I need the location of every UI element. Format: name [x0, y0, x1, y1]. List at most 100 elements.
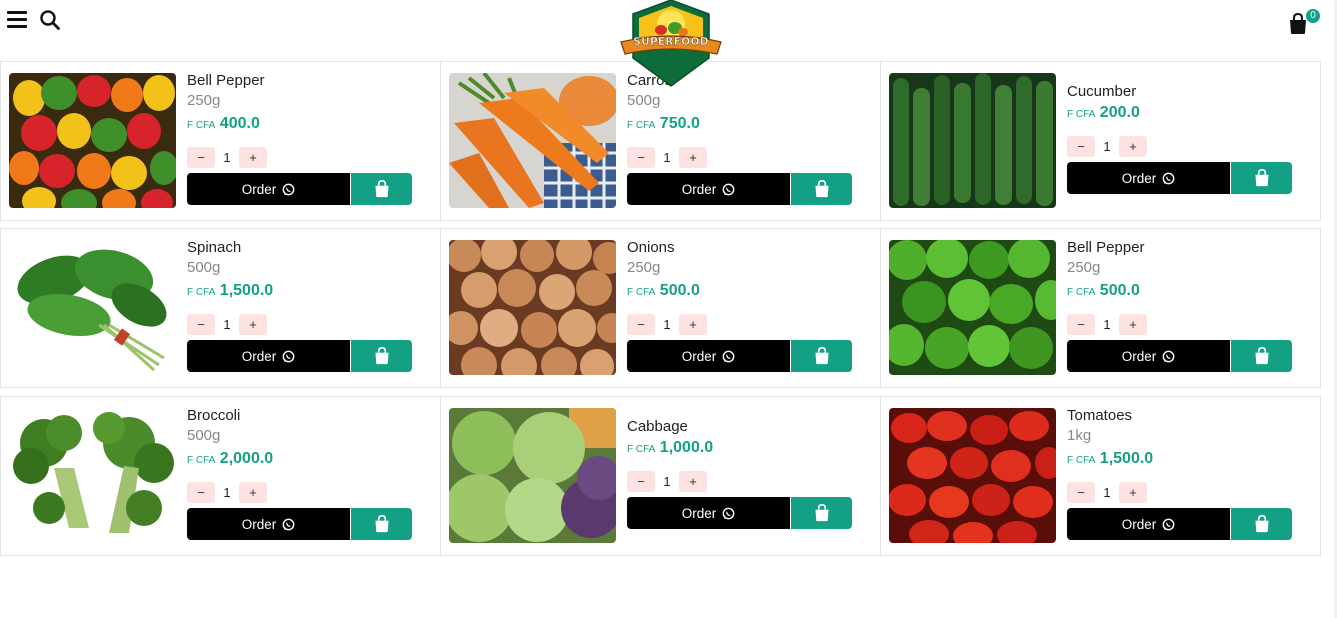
add-to-cart-button[interactable] — [351, 173, 412, 205]
order-label: Order — [1121, 348, 1157, 364]
add-to-cart-button[interactable] — [791, 173, 852, 205]
product-name: Cucumber — [1067, 83, 1137, 100]
order-label: Order — [241, 348, 277, 364]
order-whatsapp-button[interactable]: Order — [187, 340, 350, 372]
qty-plus-button[interactable]: + — [679, 313, 707, 335]
product-name: Spinach — [187, 239, 242, 256]
qty-plus-button[interactable]: + — [1119, 313, 1147, 335]
add-to-cart-button[interactable] — [791, 497, 852, 529]
price-currency: F CFA — [187, 455, 216, 466]
qty-minus-button[interactable]: − — [1067, 135, 1095, 157]
qty-minus-button[interactable]: − — [627, 146, 655, 168]
qty-value: 1 — [223, 316, 231, 332]
shopping-bag-icon — [814, 180, 829, 198]
order-whatsapp-button[interactable]: Order — [627, 340, 790, 372]
quantity-stepper: − 1 + — [627, 311, 857, 337]
add-to-cart-button[interactable] — [351, 340, 412, 372]
product-card: Cabbage F CFA 1,000.0 − 1 + Order — [440, 396, 881, 556]
product-name: Bell Pepper — [187, 72, 265, 89]
qty-plus-button[interactable]: + — [679, 146, 707, 168]
product-weight: 500g — [187, 427, 221, 444]
product-name: Bell Pepper — [1067, 239, 1145, 256]
product-name: Cabbage — [627, 418, 688, 435]
product-price: F CFA 1,000.0 — [627, 438, 857, 468]
shopping-bag-icon — [1254, 347, 1269, 365]
add-to-cart-button[interactable] — [791, 340, 852, 372]
add-to-cart-button[interactable] — [351, 508, 412, 540]
shopping-bag-icon — [814, 504, 829, 522]
product-image-cucumber[interactable] — [889, 73, 1056, 208]
order-whatsapp-button[interactable]: Order — [627, 173, 790, 205]
qty-minus-button[interactable]: − — [1067, 481, 1095, 503]
product-image-cabbage[interactable] — [449, 408, 616, 543]
quantity-stepper: − 1 + — [187, 479, 417, 505]
qty-minus-button[interactable]: − — [187, 313, 215, 335]
whatsapp-icon — [1162, 350, 1175, 362]
price-currency: F CFA — [187, 287, 216, 298]
cart-button[interactable]: 0 — [1288, 9, 1322, 35]
whatsapp-icon — [282, 518, 295, 530]
whatsapp-icon — [282, 183, 295, 195]
qty-plus-button[interactable]: + — [679, 470, 707, 492]
quantity-stepper: − 1 + — [1067, 311, 1297, 337]
qty-plus-button[interactable]: + — [239, 481, 267, 503]
qty-minus-button[interactable]: − — [187, 481, 215, 503]
whatsapp-icon — [282, 350, 295, 362]
product-image-spinach[interactable] — [9, 240, 176, 375]
product-image-bell-pepper-green[interactable] — [889, 240, 1056, 375]
product-image-carrot[interactable] — [449, 73, 616, 208]
qty-plus-button[interactable]: + — [1119, 481, 1147, 503]
qty-plus-button[interactable]: + — [239, 313, 267, 335]
order-whatsapp-button[interactable]: Order — [1067, 508, 1230, 540]
shopping-bag-icon — [1290, 13, 1306, 34]
hamburger-menu-icon[interactable] — [7, 11, 27, 28]
order-whatsapp-button[interactable]: Order — [187, 508, 350, 540]
product-image-bell-pepper-mixed[interactable] — [9, 73, 176, 208]
shopping-bag-icon — [814, 347, 829, 365]
order-whatsapp-button[interactable]: Order — [187, 173, 350, 205]
product-price: F CFA 1,500.0 — [1067, 449, 1297, 479]
price-currency: F CFA — [1067, 109, 1096, 120]
product-name: Onions — [627, 239, 675, 256]
price-amount: 750.0 — [659, 115, 700, 132]
add-to-cart-button[interactable] — [1231, 162, 1292, 194]
quantity-stepper: − 1 + — [1067, 479, 1297, 505]
search-icon[interactable] — [39, 9, 61, 31]
superfood-logo[interactable]: SUPERFOOD — [617, 0, 725, 88]
order-whatsapp-button[interactable]: Order — [1067, 162, 1230, 194]
price-amount: 200.0 — [1099, 104, 1140, 121]
price-amount: 1,000.0 — [659, 439, 714, 456]
product-weight: 250g — [1067, 259, 1101, 276]
quantity-stepper: − 1 + — [627, 144, 857, 170]
qty-minus-button[interactable]: − — [627, 470, 655, 492]
add-to-cart-button[interactable] — [1231, 508, 1292, 540]
qty-plus-button[interactable]: + — [239, 146, 267, 168]
qty-plus-button[interactable]: + — [1119, 135, 1147, 157]
product-name: Tomatoes — [1067, 407, 1133, 424]
qty-value: 1 — [663, 149, 671, 165]
qty-minus-button[interactable]: − — [627, 313, 655, 335]
product-price: F CFA 500.0 — [627, 281, 857, 311]
product-image-onions[interactable] — [449, 240, 616, 375]
price-amount: 400.0 — [219, 115, 260, 132]
product-card: Bell Pepper 250g F CFA 500.0 − 1 + Order — [880, 228, 1321, 388]
qty-minus-button[interactable]: − — [187, 146, 215, 168]
qty-minus-button[interactable]: − — [1067, 313, 1095, 335]
product-name: Broccoli — [187, 407, 241, 424]
add-to-cart-button[interactable] — [1231, 340, 1292, 372]
product-weight: 250g — [187, 92, 221, 109]
whatsapp-icon — [1162, 518, 1175, 530]
whatsapp-icon — [722, 183, 735, 195]
product-weight: 1kg — [1067, 427, 1092, 444]
product-image-broccoli[interactable] — [9, 408, 176, 543]
product-image-tomatoes[interactable] — [889, 408, 1056, 543]
shopping-bag-icon — [374, 347, 389, 365]
price-currency: F CFA — [187, 120, 216, 131]
price-amount: 500.0 — [659, 282, 700, 299]
price-currency: F CFA — [1067, 455, 1096, 466]
product-card: Cucumber F CFA 200.0 − 1 + Order — [880, 61, 1321, 221]
order-label: Order — [241, 181, 277, 197]
order-whatsapp-button[interactable]: Order — [1067, 340, 1230, 372]
order-whatsapp-button[interactable]: Order — [627, 497, 790, 529]
top-header: SUPERFOOD 0 — [0, 0, 1337, 87]
